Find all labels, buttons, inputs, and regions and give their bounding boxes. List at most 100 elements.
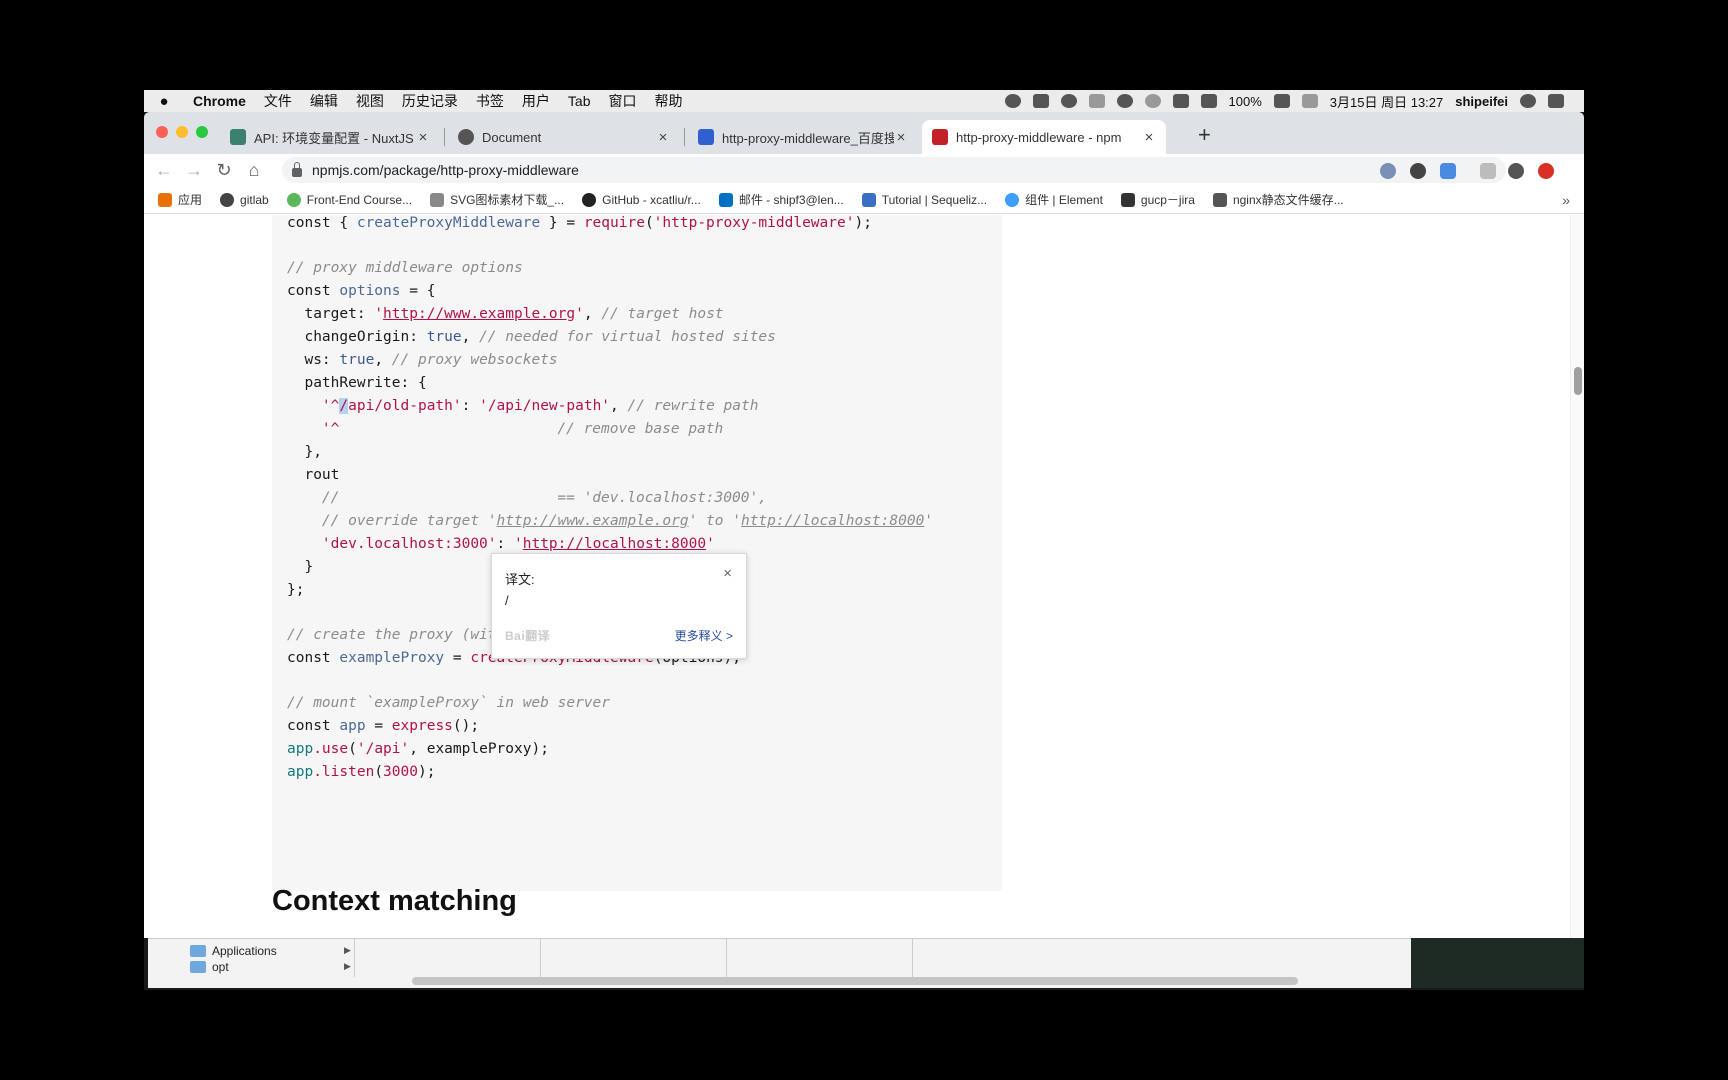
code-line: target: 'http://www.example.org', // tar… <box>287 306 724 322</box>
finder-item-opt[interactable]: opt <box>190 959 229 975</box>
notification-center-icon[interactable] <box>1548 94 1564 108</box>
jira-icon <box>1120 192 1135 207</box>
vpn-icon[interactable] <box>1004 94 1021 108</box>
bookmark-sequelize[interactable]: Tutorial | Sequeliz... <box>861 192 988 207</box>
macos-menubar: ● Chrome 文件 编辑 视图 历史记录 书签 用户 Tab 窗口 帮助 1… <box>144 90 1584 112</box>
close-tab-icon[interactable]: × <box>656 129 670 146</box>
url-text[interactable]: npmjs.com/package/http-proxy-middleware <box>312 162 579 178</box>
tab-npm-active[interactable]: http-proxy-middleware - npm × <box>922 120 1166 154</box>
menu-help[interactable]: 帮助 <box>645 91 691 111</box>
more-bookmarks-icon[interactable]: » <box>1562 192 1570 208</box>
finder-horizontal-scrollbar[interactable] <box>412 977 1298 985</box>
close-tab-icon[interactable]: × <box>416 129 430 146</box>
translation-result: / <box>505 593 509 608</box>
outlook-icon <box>718 192 733 207</box>
close-icon[interactable]: × <box>723 565 732 582</box>
translate-extension-icon[interactable] <box>1440 163 1456 179</box>
zoom-window-button[interactable] <box>196 126 208 138</box>
finder-item-label: opt <box>212 960 229 974</box>
disclosure-arrow-icon: ▶ <box>344 945 351 955</box>
menu-edit[interactable]: 编辑 <box>301 91 347 111</box>
battery-icon[interactable] <box>1273 94 1290 108</box>
section-heading: Context matching <box>272 885 517 917</box>
page-scrollbar[interactable] <box>1570 215 1584 938</box>
tab-document[interactable]: Document × <box>448 120 680 154</box>
comment-link[interactable]: http://www.example.org <box>497 513 689 529</box>
menu-window[interactable]: 窗口 <box>599 91 645 111</box>
scrollbar-thumb[interactable] <box>1574 367 1582 395</box>
bookmark-svg-icons[interactable]: SVG图标素材下载_... <box>430 191 564 208</box>
chrome-window: API: 环境变量配置 - NuxtJS × Document × http-p… <box>144 112 1584 938</box>
tab-nuxtjs[interactable]: API: 环境变量配置 - NuxtJS × <box>220 120 440 154</box>
wechat-icon[interactable] <box>1060 94 1077 108</box>
close-window-button[interactable] <box>156 126 168 138</box>
menu-view[interactable]: 视图 <box>347 91 393 111</box>
bookmark-mail[interactable]: 邮件 - shipf3@len... <box>718 191 844 208</box>
comment-link[interactable]: http://localhost:8000 <box>741 513 924 529</box>
bookmark-nginx[interactable]: nginx静态文件缓存... <box>1212 191 1344 208</box>
menu-app-name[interactable]: Chrome <box>184 93 255 109</box>
bookmark-label: nginx静态文件缓存... <box>1232 193 1344 207</box>
tab-separator <box>444 128 445 146</box>
code-line: changeOrigin: true, // needed for virtua… <box>287 329 776 345</box>
input-source-flag-icon[interactable] <box>1301 94 1318 108</box>
bookmark-element[interactable]: 组件 | Element <box>1005 191 1103 208</box>
new-tab-button[interactable]: + <box>1198 124 1211 146</box>
close-tab-icon[interactable]: × <box>894 129 908 146</box>
headset-icon[interactable] <box>1088 94 1105 108</box>
tab-title: http-proxy-middleware - npm <box>956 129 1122 145</box>
bookmark-apps[interactable]: 应用 <box>158 191 202 208</box>
code-link[interactable]: http://www.example.org <box>383 306 575 322</box>
extension-sync-icon[interactable] <box>1410 163 1426 179</box>
camera-icon[interactable] <box>1032 94 1049 108</box>
update-alert-icon[interactable] <box>1538 163 1554 179</box>
volume-icon[interactable] <box>1200 94 1217 108</box>
menu-user[interactable]: 用户 <box>513 91 559 111</box>
translation-popup: 译文: / × Bai翻译 更多释义 > <box>491 553 747 659</box>
wifi-icon[interactable] <box>1116 94 1133 108</box>
menu-file[interactable]: 文件 <box>255 91 301 111</box>
spotlight-search-icon[interactable] <box>1520 94 1536 108</box>
bookmark-label: Tutorial | Sequeliz... <box>881 192 988 207</box>
minimize-window-button[interactable] <box>176 126 188 138</box>
finder-item-applications[interactable]: Applications <box>190 943 277 959</box>
reload-button[interactable]: ↻ <box>209 160 239 181</box>
extension-icon[interactable] <box>1380 163 1396 179</box>
back-button[interactable]: ← <box>149 160 179 181</box>
lock-icon[interactable] <box>292 161 302 177</box>
column-divider <box>912 939 913 977</box>
code-link[interactable]: http://localhost:8000 <box>523 536 706 552</box>
media-controls-icon[interactable] <box>1480 163 1496 179</box>
bookmark-gitlab[interactable]: gitlab <box>220 192 269 207</box>
bookmark-jira[interactable]: gucp－jira <box>1120 191 1195 208</box>
close-tab-icon[interactable]: × <box>1142 129 1156 146</box>
menu-history[interactable]: 历史记录 <box>393 91 467 111</box>
forward-button[interactable]: → <box>179 160 209 181</box>
document-icon <box>430 192 445 207</box>
menu-tab[interactable]: Tab <box>559 93 600 109</box>
code-line: pathRewrite: { <box>287 375 427 391</box>
profile-avatar-icon[interactable] <box>1508 163 1524 179</box>
home-button[interactable]: ⌂ <box>239 160 269 181</box>
tab-title: http-proxy-middleware_百度搜 <box>722 130 894 146</box>
bookmarks-bar: 应用 gitlab Front-End Course... SVG图标素材下载_… <box>144 186 1584 214</box>
tab-baidu-search[interactable]: http-proxy-middleware_百度搜 × <box>688 120 918 154</box>
bookmark-label: 组件 | Element <box>1025 193 1103 207</box>
bookmark-github[interactable]: GitHub - xcatliu/r... <box>582 192 701 207</box>
menu-bookmarks[interactable]: 书签 <box>467 91 513 111</box>
baidu-favicon-icon <box>698 129 714 145</box>
desktop-background <box>1411 938 1584 988</box>
disclosure-arrow-icon: ▶ <box>344 961 351 971</box>
bookmark-label: GitHub - xcatliu/r... <box>602 192 701 207</box>
bookmark-frontend-course[interactable]: Front-End Course... <box>286 192 412 207</box>
code-comment: // override target 'http://www.example.o… <box>287 513 934 529</box>
more-definitions-link[interactable]: 更多释义 > <box>675 627 733 644</box>
apple-icon[interactable]: ● <box>144 93 184 110</box>
column-divider <box>726 939 727 977</box>
clock[interactable]: 3月15日 周日 13:27 <box>1330 92 1443 111</box>
address-bar[interactable]: npmjs.com/package/http-proxy-middleware … <box>282 157 1506 183</box>
bluetooth-icon[interactable] <box>1172 94 1189 108</box>
time-machine-icon[interactable] <box>1144 94 1161 108</box>
menubar-username[interactable]: shipeifei <box>1455 94 1508 109</box>
column-divider <box>540 939 541 977</box>
